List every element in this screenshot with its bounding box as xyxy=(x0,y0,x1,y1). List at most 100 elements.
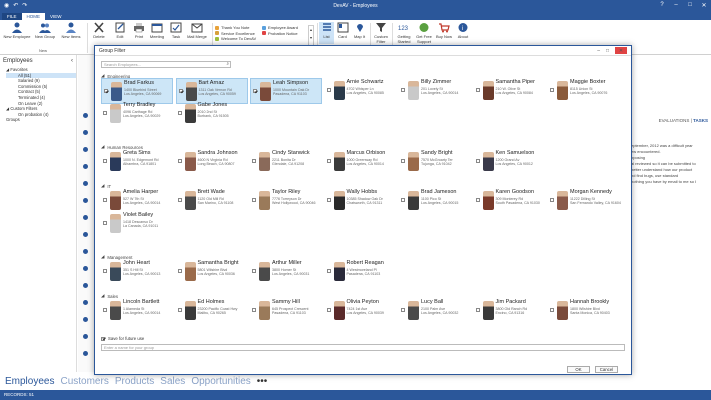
tab-tasks[interactable]: TASKS xyxy=(693,118,708,123)
employee-checkbox[interactable] xyxy=(326,308,331,312)
new-items-button[interactable]: New Items xyxy=(59,22,83,39)
new-group-button[interactable]: New Group xyxy=(33,22,57,39)
template-probation-notice[interactable]: Probation Notice xyxy=(262,31,298,37)
close-icon[interactable]: ✕ xyxy=(697,2,711,9)
employee-card[interactable]: Taylor Riley 7776 Torreyson Dr West Hollyw… xyxy=(250,188,322,214)
nav-products[interactable]: Products xyxy=(115,376,154,387)
employee-card[interactable]: Brad Jameson 1100 Pico St Los Angeles, CA … xyxy=(399,188,471,214)
employee-checkbox[interactable] xyxy=(252,159,256,163)
employee-card[interactable]: Hannah Brookly 1800 Wilshire Blvd Santa Mo… xyxy=(548,298,620,324)
maximize-icon[interactable]: □ xyxy=(606,48,609,54)
help-icon[interactable]: ? xyxy=(655,2,669,9)
employee-checkbox[interactable] xyxy=(475,88,480,92)
employee-card[interactable]: Jim Packard 3800 Old Ranch Rd Encino, CA 9… xyxy=(474,298,546,324)
ok-button[interactable]: OK xyxy=(567,366,590,373)
employee-checkbox[interactable] xyxy=(326,269,331,273)
nav-customers[interactable]: Customers xyxy=(60,376,108,387)
employee-card[interactable]: Cindy Stanwick 2211 Bonita Dr Glendale, CA… xyxy=(250,149,322,175)
employee-card[interactable]: Billy Zimmer 201 Lovely St Los Angeles, CA… xyxy=(399,78,471,104)
employee-card[interactable]: Olivia Peyton 7424 1st Ave Los Angeles, CA… xyxy=(325,298,397,324)
buy-now-button[interactable]: Buy Now xyxy=(434,22,454,39)
employee-card[interactable]: Greta Sims 1000 N. Edgemont Rd Alhambra, C… xyxy=(101,149,173,175)
nav-more[interactable]: ••• xyxy=(257,376,268,387)
employee-card[interactable]: Terry Bradley 4096 Carthage Rd Los Angeles… xyxy=(101,101,173,127)
redo-icon[interactable]: ↷ xyxy=(22,2,27,9)
tab-home[interactable]: HOME xyxy=(21,13,46,20)
employee-checkbox[interactable] xyxy=(326,198,331,202)
employee-card[interactable]: Karen Goodson 309 Monterey Rd South Pasade… xyxy=(474,188,546,214)
employee-checkbox[interactable] xyxy=(177,269,182,273)
employee-card[interactable]: Leah Simpson 1000 Mountain Oak Dr Pasadena… xyxy=(250,78,322,104)
minimize-icon[interactable]: – xyxy=(669,2,683,9)
employee-card[interactable]: Brett Wade 1120 Old Mill Rd San Marino, CA… xyxy=(176,188,248,214)
new-employee-button[interactable]: New Employee xyxy=(3,22,31,39)
employee-checkbox[interactable] xyxy=(104,89,108,93)
tab-view[interactable]: VIEW xyxy=(45,13,67,20)
employee-card[interactable]: Lincoln Bartlett 1 Alameda St Los Angeles,… xyxy=(101,298,173,324)
employee-checkbox[interactable] xyxy=(103,198,107,202)
tab-file[interactable]: FILE xyxy=(2,13,22,20)
search-icon[interactable]: ⌕ xyxy=(226,61,229,66)
getting-started-button[interactable]: 123 Getting Started xyxy=(394,22,414,44)
employee-checkbox[interactable] xyxy=(401,308,405,312)
print-button[interactable]: Print xyxy=(130,22,148,39)
employee-card[interactable]: Lucy Ball 2100 Palm Ave Los Angeles, CA 90… xyxy=(399,298,471,324)
employee-card[interactable]: Sandra Johnson 4600 N Virginia Rd Long Bea… xyxy=(176,149,248,175)
nav-sales[interactable]: Sales xyxy=(160,376,185,387)
get-free-support-button[interactable]: Get Free Support xyxy=(414,22,434,44)
employee-card[interactable]: Sammy Hill 645 Prospect Crescent Pasadena,… xyxy=(250,298,322,324)
employee-card[interactable]: Morgan Kennedy 11222 Dilling St San Fernan… xyxy=(548,188,621,214)
employee-checkbox[interactable] xyxy=(177,198,182,202)
employee-card[interactable]: Robert Reagan 4 Westmoreland Pl Pasadena, … xyxy=(325,259,397,285)
minimize-icon[interactable]: – xyxy=(597,48,600,54)
employee-checkbox[interactable] xyxy=(252,198,256,202)
employee-checkbox[interactable] xyxy=(252,269,256,273)
employee-checkbox[interactable] xyxy=(550,198,554,202)
task-button[interactable]: Task xyxy=(167,22,185,39)
employee-card[interactable]: Wally Hobbs 10385 Shadow Oak Dr Chatsworth… xyxy=(325,188,397,214)
employee-checkbox[interactable] xyxy=(326,88,331,92)
employee-card[interactable]: Samantha Piper 210 W. Olive St Los Angeles… xyxy=(474,78,546,104)
employee-checkbox[interactable] xyxy=(177,111,182,115)
employee-card[interactable]: Arthur Miller 3800 Homer St Los Angeles, C… xyxy=(250,259,322,285)
employee-checkbox[interactable] xyxy=(475,159,480,163)
employee-card[interactable]: Gabe Jones 2010 2nd St Burbank, CA 91505 xyxy=(176,101,248,127)
employee-checkbox[interactable] xyxy=(103,221,107,225)
employee-checkbox[interactable] xyxy=(550,88,554,92)
employee-search-input[interactable]: Search Employees... ⌕ xyxy=(101,61,231,68)
employee-checkbox[interactable] xyxy=(401,198,405,202)
employee-checkbox[interactable] xyxy=(178,89,183,93)
employee-checkbox[interactable] xyxy=(550,308,554,312)
custom-filter-button[interactable]: Custom Filter xyxy=(372,22,390,44)
employee-checkbox[interactable] xyxy=(401,88,405,92)
employee-checkbox[interactable] xyxy=(252,308,256,312)
employee-card[interactable]: Arnie Schwartz 4702 Whisper Ln Los Angeles… xyxy=(325,78,397,104)
employee-card[interactable]: Ken Samuelson 1200 Grand Av Los Angeles, C… xyxy=(474,149,546,175)
save-for-future-checkbox[interactable]: Save for future use xyxy=(101,336,627,341)
employee-checkbox[interactable] xyxy=(326,159,331,163)
list-view-button[interactable]: List xyxy=(319,22,334,44)
employee-checkbox[interactable] xyxy=(401,159,405,163)
map-it-button[interactable]: Map It xyxy=(351,22,368,39)
employee-checkbox[interactable] xyxy=(103,269,107,273)
employee-card[interactable]: Marcus Orbison 1000 Greenway Rd Los Angele… xyxy=(325,149,397,175)
employee-checkbox[interactable] xyxy=(253,89,257,93)
mail-merge-button[interactable]: Mail Merge xyxy=(185,22,209,39)
nav-opportunities[interactable]: Opportunities xyxy=(191,376,250,387)
employee-card[interactable]: Ed Holmes 23200 Pacific Coast Hwy Malibu, … xyxy=(176,298,248,324)
employee-checkbox[interactable] xyxy=(103,308,107,312)
employee-checkbox[interactable] xyxy=(177,159,182,163)
employee-card[interactable]: Sandy Bright 7570 McGroarty Ter Tujunga, C… xyxy=(399,149,471,175)
employee-checkbox[interactable] xyxy=(475,198,480,202)
maximize-icon[interactable]: □ xyxy=(683,2,697,9)
nav-employees[interactable]: Employees xyxy=(5,376,54,387)
employee-card[interactable]: Violet Bailey 1418 Descanso Dr La Canada, … xyxy=(101,211,173,237)
tree-groups[interactable]: Groups xyxy=(6,117,76,123)
employee-card[interactable]: John Heart 351 S Hill St Los Angeles, CA 9… xyxy=(101,259,173,285)
edit-button[interactable]: Edit xyxy=(111,22,129,39)
employee-card[interactable]: Samantha Bright 5801 Wilshire Blvd Los Ang… xyxy=(176,259,248,285)
about-button[interactable]: i About xyxy=(454,22,472,39)
delete-button[interactable]: Delete xyxy=(90,22,108,39)
employee-checkbox[interactable] xyxy=(103,159,107,163)
collapse-icon[interactable]: ‹ xyxy=(71,58,73,64)
